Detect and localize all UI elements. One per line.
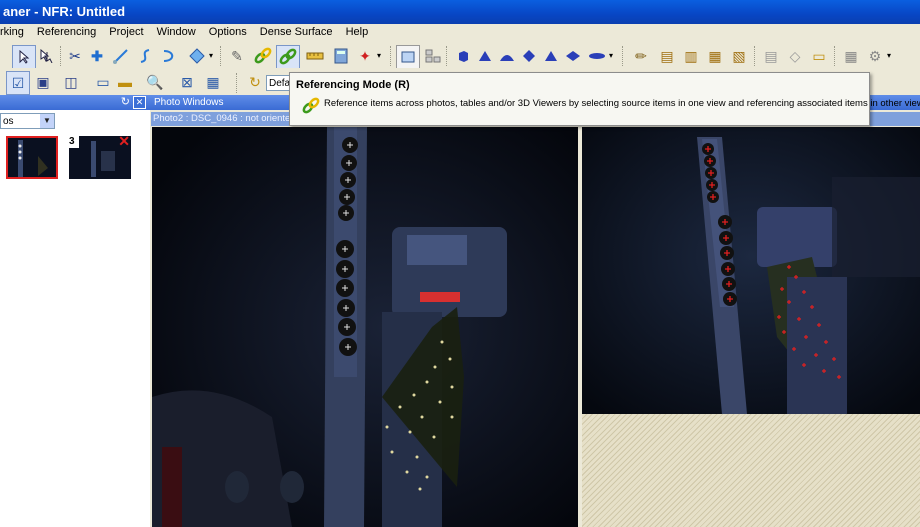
chevron-down-icon[interactable]: ▾ — [606, 45, 616, 67]
photos-filter-combo[interactable]: os ▼ — [0, 113, 55, 129]
pencil-icon[interactable]: ✎ — [226, 45, 248, 67]
cube-icon[interactable] — [452, 45, 474, 67]
line-tool-icon[interactable] — [110, 45, 132, 67]
menu-item-window[interactable]: Window — [152, 24, 201, 41]
calculator-icon[interactable] — [330, 45, 352, 67]
tiles-icon[interactable] — [422, 45, 444, 67]
select-multiple-icon[interactable] — [36, 45, 58, 67]
close-icon[interactable]: ✕ — [133, 96, 146, 109]
ruler-icon[interactable]: ▬ — [114, 71, 136, 93]
settings-icon[interactable]: ⚙ — [864, 45, 886, 67]
report-icon-2[interactable]: ◇ — [784, 45, 806, 67]
window-title: aner - NFR: Untitled — [0, 0, 920, 24]
photo-view-2[interactable] — [152, 127, 578, 527]
referencing-link-icon — [302, 97, 320, 118]
referencing-link-icon[interactable] — [252, 45, 274, 67]
close-icon[interactable]: ✕ — [118, 136, 130, 150]
photo-view-3[interactable] — [582, 127, 920, 414]
panel-icon[interactable]: ▭ — [92, 71, 114, 93]
octahedron-icon[interactable] — [562, 45, 584, 67]
menu-item-working[interactable]: rking — [0, 24, 29, 41]
photo-thumbnail-2[interactable] — [6, 136, 58, 179]
menu-item-options[interactable]: Options — [204, 24, 252, 41]
restore-icon[interactable]: ◫ — [60, 71, 82, 93]
curve-tool-icon[interactable] — [134, 45, 156, 67]
table-icon-1[interactable]: ▤ — [656, 45, 678, 67]
zoom-icon[interactable]: 🔍 — [144, 71, 166, 93]
combo-value: os — [3, 116, 14, 127]
table-icon-4[interactable]: ▧ — [728, 45, 750, 67]
edge-tool-icon[interactable] — [158, 45, 180, 67]
report-icon-1[interactable]: ▤ — [760, 45, 782, 67]
add-point-icon[interactable]: ✚ — [86, 45, 108, 67]
chevron-down-icon[interactable]: ▾ — [206, 45, 216, 67]
diamond-tool-icon[interactable] — [186, 45, 208, 67]
select-pointer-icon[interactable] — [12, 45, 36, 69]
disc-icon[interactable] — [586, 45, 608, 67]
tooltip-body: Reference items across photos, tables an… — [324, 98, 920, 109]
table-icon-2[interactable]: ▥ — [680, 45, 702, 67]
photo-view-icon[interactable] — [396, 45, 420, 69]
scissors-icon[interactable]: ✂ — [64, 45, 86, 67]
grid-icon[interactable]: ▦ — [202, 71, 224, 93]
edit-tool-icon[interactable]: ✏ — [630, 45, 652, 67]
chevron-down-icon[interactable]: ▼ — [40, 114, 54, 128]
menu-item-referencing[interactable]: Referencing — [32, 24, 101, 41]
refresh-icon[interactable]: ↻ — [121, 95, 130, 110]
referencing-mode-icon[interactable] — [276, 45, 300, 69]
empty-view-area — [582, 414, 920, 527]
layout-icon[interactable]: ▦ — [840, 45, 862, 67]
pin-icon[interactable]: ✦ — [354, 45, 376, 67]
checklist-icon[interactable]: ☑ — [6, 71, 30, 95]
report-icon-3[interactable]: ▭ — [808, 45, 830, 67]
referencing-mode-tooltip: Referencing Mode (R) Reference items acr… — [289, 72, 920, 126]
refresh-icon[interactable]: ↻ — [244, 71, 266, 93]
measure-tape-icon[interactable] — [304, 45, 326, 67]
left-panel-header: ↻ ✕ — [0, 95, 150, 110]
menu-item-dense-surface[interactable]: Dense Surface — [255, 24, 338, 41]
menu-item-help[interactable]: Help — [341, 24, 374, 41]
tooltip-title: Referencing Mode (R) — [296, 79, 410, 91]
cone-icon[interactable] — [540, 45, 562, 67]
pyramid-icon[interactable] — [474, 45, 496, 67]
diamond-solid-icon[interactable] — [518, 45, 540, 67]
thumb-number: 3 — [69, 136, 79, 148]
chevron-down-icon[interactable]: ▾ — [374, 45, 384, 67]
zoom-fit-icon[interactable]: ⊠ — [176, 71, 198, 93]
table-icon-3[interactable]: ▦ — [704, 45, 726, 67]
menu-bar: rking Referencing Project Window Options… — [0, 24, 920, 41]
window-icon[interactable]: ▣ — [32, 71, 54, 93]
chevron-down-icon[interactable]: ▾ — [884, 45, 894, 67]
dome-icon[interactable] — [496, 45, 518, 67]
photo-thumbnail-3[interactable]: 3 ✕ — [69, 136, 131, 179]
menu-item-project[interactable]: Project — [104, 24, 148, 41]
